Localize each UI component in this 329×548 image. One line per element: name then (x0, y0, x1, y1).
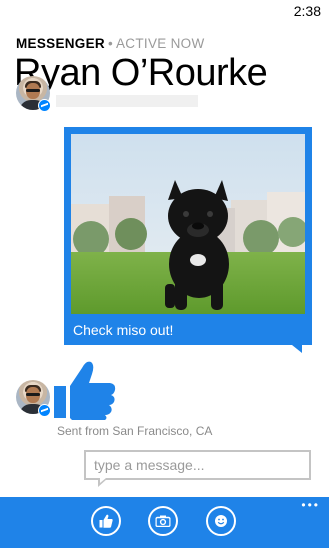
messenger-badge-icon (38, 404, 51, 417)
emoji-icon (215, 515, 227, 527)
more-options-icon[interactable]: ••• (301, 499, 320, 511)
app-name: MESSENGER (16, 36, 105, 51)
camera-icon (155, 515, 171, 527)
status-time: 2:38 (293, 3, 321, 19)
photo-message-bubble[interactable]: Check miso out! (64, 127, 312, 353)
app-title: MESSENGER • ACTIVE NOW (16, 36, 205, 51)
dog-photo[interactable] (71, 134, 305, 314)
status-bar: 2:38 (0, 0, 329, 22)
thumbs-up-icon[interactable] (54, 358, 118, 425)
sent-location: Sent from San Francisco, CA (57, 424, 213, 438)
message-input[interactable] (86, 452, 309, 478)
presence-status: ACTIVE NOW (116, 36, 205, 51)
messenger-badge-icon (38, 99, 51, 112)
photo-caption: Check miso out! (73, 322, 174, 338)
title-separator: • (107, 36, 113, 51)
camera-button[interactable] (148, 506, 178, 536)
emoji-button[interactable] (206, 506, 236, 536)
app-bar: ••• (0, 497, 329, 548)
previous-message-bubble[interactable] (56, 95, 198, 107)
compose-box[interactable] (84, 450, 311, 487)
like-icon (99, 514, 113, 528)
contact-name[interactable]: Ryan O’Rourke (14, 52, 268, 95)
like-button[interactable] (91, 506, 121, 536)
